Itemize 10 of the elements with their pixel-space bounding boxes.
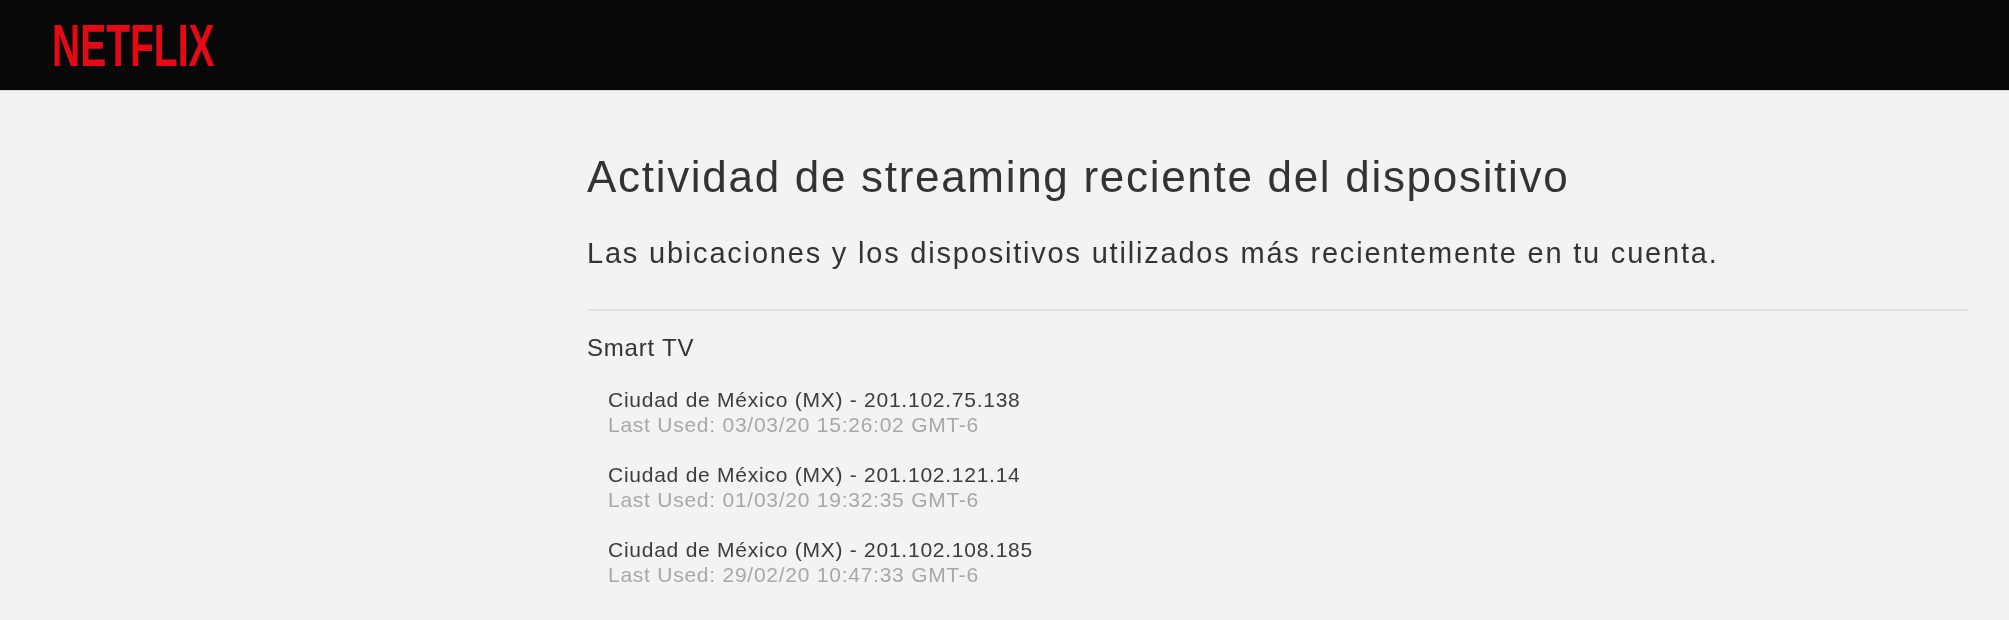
session-last-used: Last Used: 03/03/20 15:26:02 GMT-6 <box>608 412 980 437</box>
session-location: Ciudad de México (MX) - 201.102.121.14 <box>608 462 1021 487</box>
device-type-label: Smart TV <box>587 333 695 363</box>
logo[interactable]: NETFLIX <box>52 24 215 68</box>
page-subtitle: Las ubicaciones y los dispositivos utilizados más recientemente en tu cuenta. <box>587 236 1720 271</box>
page-title: Actividad de streaming reciente del dispositivo <box>587 151 1571 203</box>
session-location: Ciudad de México (MX) - 201.102.75.138 <box>608 387 1021 412</box>
session-last-used: Last Used: 01/03/20 19:32:35 GMT-6 <box>608 487 980 512</box>
session-location: Ciudad de México (MX) - 201.102.108.185 <box>608 537 1033 562</box>
session-last-used: Last Used: 29/02/20 10:47:33 GMT-6 <box>608 562 980 587</box>
